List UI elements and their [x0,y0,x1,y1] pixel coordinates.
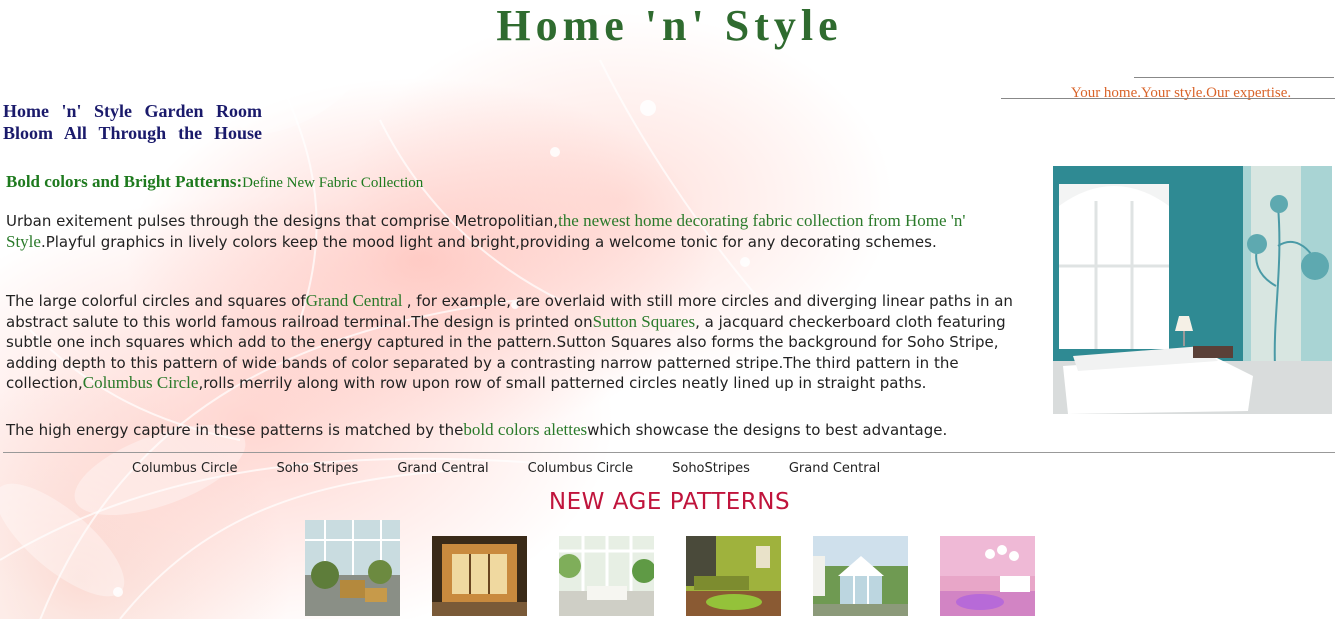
tagline-divider-bottom [1001,98,1335,99]
paragraph-text: Urban exitement pulses through the desig… [6,212,559,230]
nav-link-columbus-circle-2[interactable]: Columbus Circle [528,461,633,476]
gallery-thumbnails [305,520,1035,620]
closing-paragraph: The high energy capture in these pattern… [6,420,1048,441]
promo-line-2: Bloom All Through the House [3,123,262,143]
tagline: Your home.Your style.Our expertise. [1070,85,1292,101]
bedroom-photo [1053,166,1332,414]
paragraph-text: which showcase the designs to best advan… [587,421,948,439]
promo-line-1: Home 'n' Style Garden Room [3,101,262,121]
paragraph-text: .Playful graphics in lively colors keep … [40,232,937,251]
patterns-paragraph: The large colorful circles and squares o… [6,291,1048,394]
nav-link-grand-central-2[interactable]: Grand Central [789,461,880,476]
grand-central-link[interactable]: Grand Central [306,291,407,310]
thumbnail-white-sunroom[interactable] [557,536,656,620]
section-divider [3,452,1335,453]
bold-colors-link[interactable]: bold colors alettes [463,420,587,439]
garden-room-promo[interactable]: Home 'n' Style Garden Room Bloom All Thr… [3,100,278,144]
paragraph-text: The large colorful circles and squares o… [6,292,306,310]
columbus-circle-link[interactable]: Columbus Circle [83,373,199,392]
sutton-squares-link[interactable]: Sutton Squares [593,312,695,331]
paragraph-text: ,rolls merrily along with row upon row o… [198,374,927,392]
thumbnail-glass-garden-house[interactable] [813,536,908,620]
paragraph-text: The high energy capture in these pattern… [6,421,464,439]
thumbnail-pink-bedroom[interactable] [940,536,1035,620]
nav-link-grand-central[interactable]: Grand Central [397,461,488,476]
site-title: Home 'n' Style [496,1,843,50]
thumbnail-conservatory[interactable] [305,520,400,620]
nav-link-soho-stripes[interactable]: Soho Stripes [276,461,358,476]
nav-link-soho-stripes-2[interactable]: SohoStripes [672,461,750,476]
pattern-nav: Columbus Circle Soho Stripes Grand Centr… [132,461,919,476]
section-heading: Bold colors and Bright Patterns:Define N… [6,172,423,192]
gallery-heading: NEW AGE PATTERNS [548,489,791,515]
tagline-divider-top [1134,77,1334,78]
section-heading-subtitle: Define New Fabric Collection [242,175,424,191]
section-heading-bold: Bold colors and Bright Patterns: [6,172,243,191]
nav-link-columbus-circle[interactable]: Columbus Circle [132,461,237,476]
thumbnail-wooden-garden-room[interactable] [432,536,527,620]
thumbnail-green-living-room[interactable] [686,536,781,620]
intro-paragraph: Urban exitement pulses through the desig… [6,211,1048,252]
